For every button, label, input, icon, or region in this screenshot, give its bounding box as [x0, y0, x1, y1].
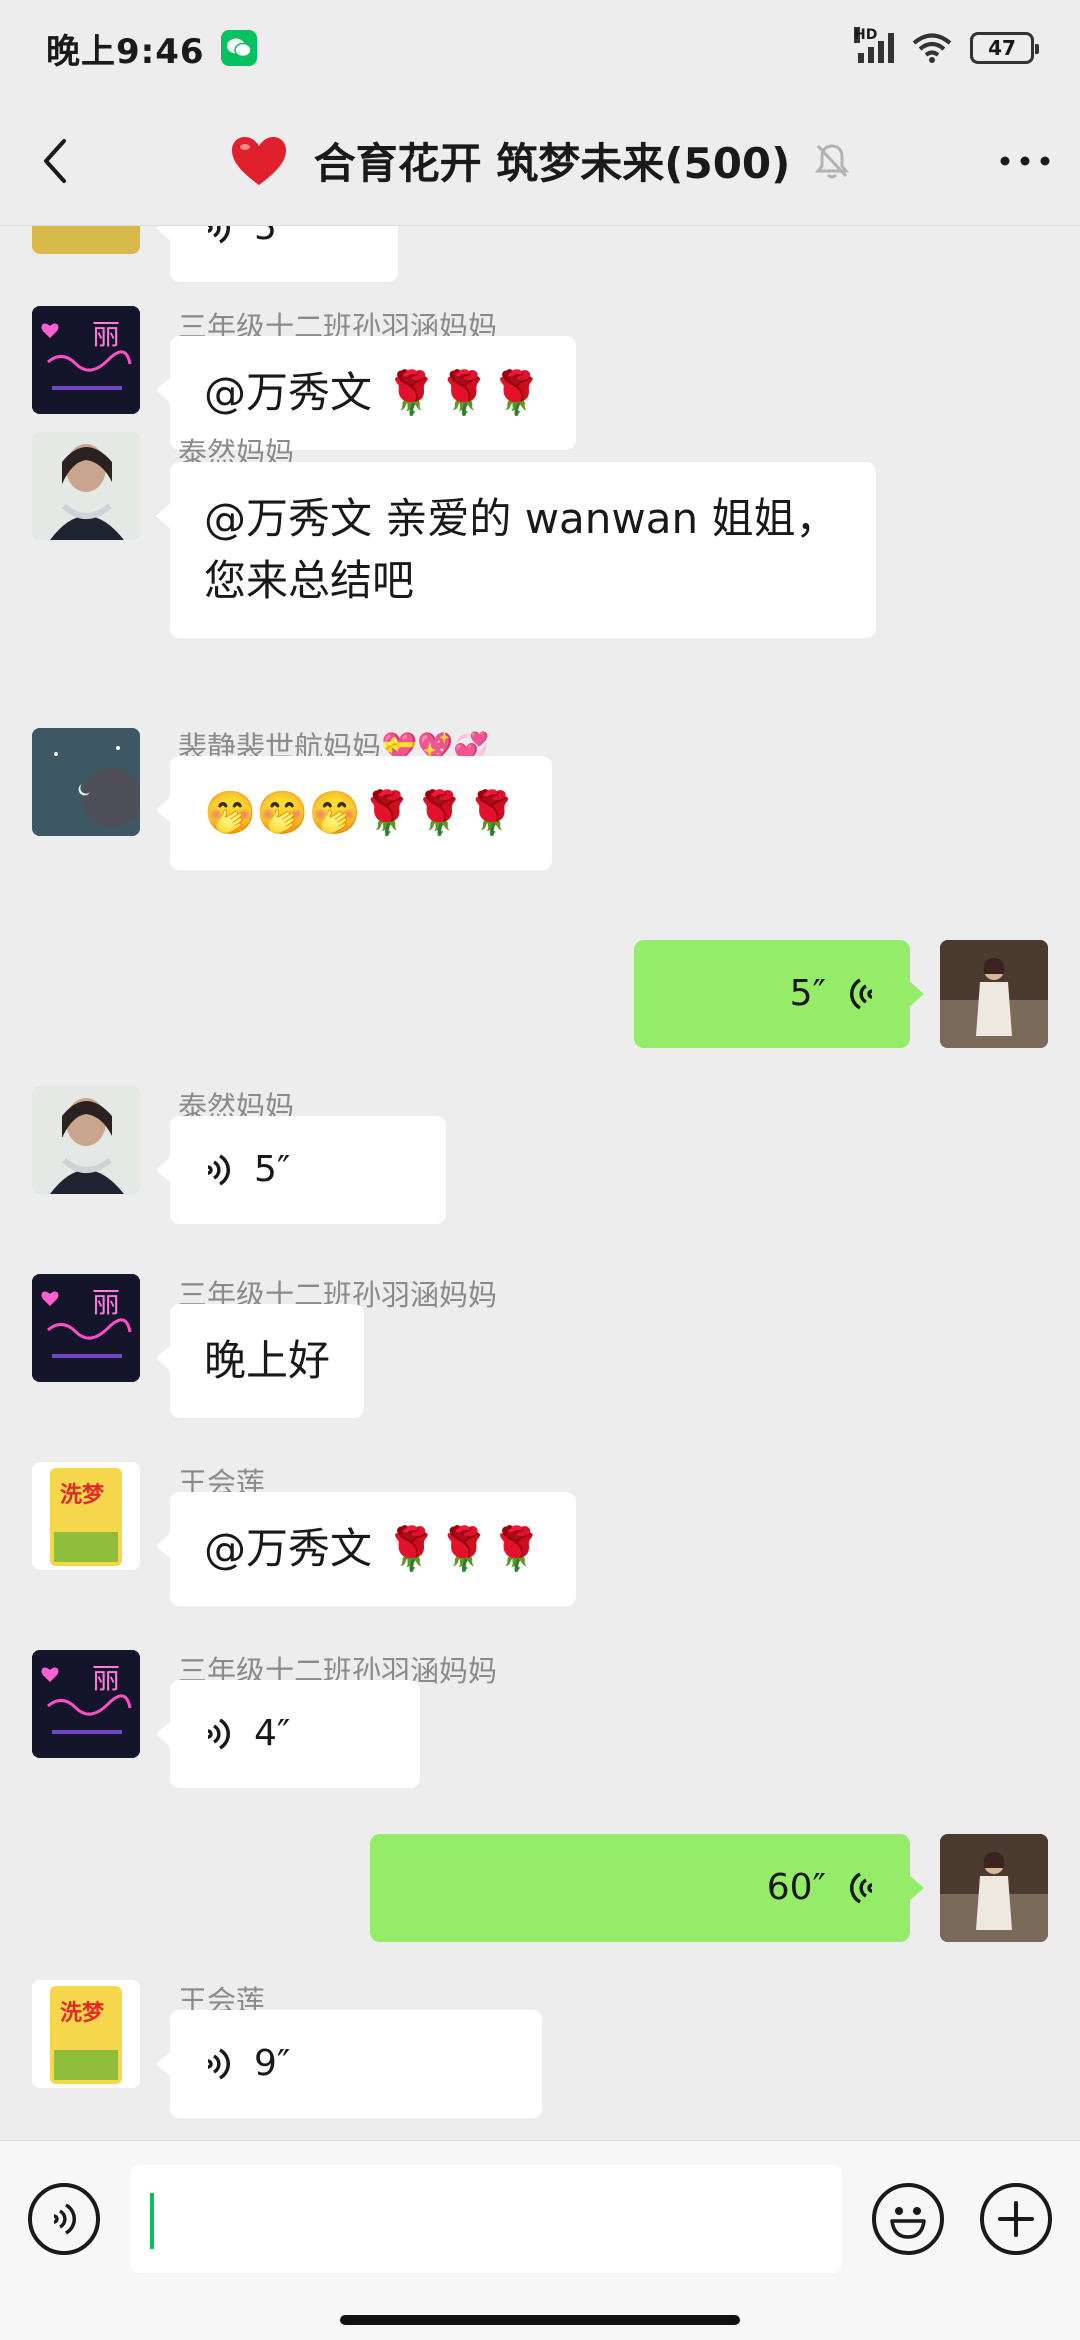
more-button[interactable]	[970, 96, 1080, 226]
home-indicator[interactable]	[340, 2315, 740, 2325]
portrait-avatar-image	[32, 1086, 140, 1194]
product-bag-avatar-image: 洗梦	[32, 1462, 140, 1570]
status-time: 晚上9:46	[46, 31, 205, 72]
message-text: 晚上好	[204, 1336, 331, 1385]
self-portrait-avatar-image	[940, 940, 1048, 1048]
battery-indicator: 47	[970, 32, 1039, 64]
more-dots-icon	[1000, 156, 1050, 165]
avatar-text: 丽	[92, 1286, 120, 1319]
message-input[interactable]	[130, 2165, 842, 2273]
status-bar: 晚上9:46 HD 47	[0, 0, 1080, 96]
input-bar	[0, 2140, 1080, 2340]
avatar[interactable]	[32, 728, 140, 836]
voice-wave-icon	[207, 1154, 230, 1186]
chat-title-area[interactable]: 合育花开 筑梦未来(500)	[110, 130, 970, 191]
neon-avatar-image: 丽	[32, 1274, 140, 1382]
avatar[interactable]: 丽	[32, 1274, 140, 1382]
avatar-text: 丽	[92, 1662, 120, 1695]
wechat-notification-icon	[220, 30, 257, 66]
text-cursor	[150, 2193, 154, 2249]
voice-wave-icon	[850, 978, 873, 1010]
avatar[interactable]: 洗梦	[32, 1462, 140, 1570]
text-message-bubble[interactable]: 晚上好	[155, 1304, 365, 1418]
portrait-avatar-image	[32, 432, 140, 540]
text-message-bubble[interactable]: @万秀文 🌹🌹🌹	[155, 1492, 577, 1606]
message-list[interactable]: 5″ 丽 三年级十二班孙羽涵妈妈 @万秀文 🌹🌹🌹 泰然妈妈 @万秀文 亲爱的 …	[0, 226, 1080, 2140]
voice-duration: 5″	[254, 1149, 291, 1190]
voice-wave-icon	[207, 2048, 230, 2080]
network-label: HD	[854, 27, 878, 43]
avatar-text: 洗梦	[60, 2000, 105, 2026]
text-message-bubble[interactable]: @万秀文 亲爱的 wanwan 姐姐， 您来总结吧	[156, 462, 876, 638]
voice-duration: 4″	[254, 1713, 291, 1754]
my-avatar[interactable]	[940, 1834, 1048, 1942]
voice-wave-icon	[207, 226, 230, 244]
avatar-text: 丽	[92, 318, 120, 351]
voice-mode-icon	[53, 2203, 76, 2235]
my-avatar[interactable]	[940, 940, 1048, 1048]
voice-message-bubble[interactable]: 4″	[156, 1680, 420, 1788]
chat-header: 合育花开 筑梦未来(500)	[0, 96, 1080, 226]
avatar[interactable]: 丽	[32, 306, 140, 414]
self-portrait-avatar-image	[940, 1834, 1048, 1942]
product-bag-avatar-image: 洗梦	[32, 1980, 140, 2088]
voice-mode-button[interactable]	[28, 2183, 100, 2255]
avatar[interactable]: 洗梦	[32, 1980, 140, 2088]
avatar[interactable]: 丽	[32, 1650, 140, 1758]
neon-avatar-image: 丽	[32, 306, 140, 414]
message-text-line: 您来总结吧	[204, 556, 415, 605]
message-text: 🤭🤭🤭🌹🌹🌹	[204, 788, 518, 837]
emoji-button[interactable]	[872, 2183, 944, 2255]
voice-duration: 5″	[254, 226, 291, 248]
voice-duration: 5″	[789, 973, 826, 1014]
voice-wave-icon	[850, 1872, 873, 1904]
message-text: @万秀文 🌹🌹🌹	[204, 1524, 543, 1573]
bell-off-icon	[815, 143, 850, 178]
battery-level: 47	[988, 36, 1016, 60]
voice-message-bubble[interactable]: 5″	[156, 1116, 446, 1224]
chat-title: 合育花开 筑梦未来(500)	[313, 139, 791, 188]
voice-message-bubble[interactable]: 5″	[634, 940, 924, 1048]
chevron-left-icon	[44, 138, 66, 183]
voice-duration: 9″	[254, 2043, 291, 2084]
voice-message-bubble[interactable]: 9″	[156, 2010, 542, 2118]
avatar[interactable]	[32, 432, 140, 540]
night-sky-avatar-image	[32, 728, 140, 836]
avatar-text: 洗梦	[60, 1482, 105, 1508]
text-message-bubble[interactable]: 🤭🤭🤭🌹🌹🌹	[156, 756, 552, 870]
message-text: @万秀文 🌹🌹🌹	[204, 368, 543, 417]
plus-icon	[998, 2201, 1034, 2237]
wifi-icon	[912, 33, 952, 63]
voice-wave-icon	[207, 1718, 230, 1750]
cellular-signal-icon: HD	[854, 27, 894, 63]
neon-avatar-image: 丽	[32, 1650, 140, 1758]
voice-message-bubble[interactable]: 5″	[156, 226, 398, 282]
avatar[interactable]	[32, 226, 140, 254]
message-text-line: @万秀文 亲爱的 wanwan 姐姐，	[204, 494, 838, 543]
back-button[interactable]	[0, 96, 110, 226]
avatar[interactable]	[32, 1086, 140, 1194]
heart-icon	[231, 136, 286, 185]
voice-message-bubble[interactable]: 60″	[370, 1834, 924, 1942]
emoji-icon	[890, 2207, 926, 2239]
voice-duration: 60″	[766, 1867, 826, 1908]
more-functions-button[interactable]	[980, 2183, 1052, 2255]
